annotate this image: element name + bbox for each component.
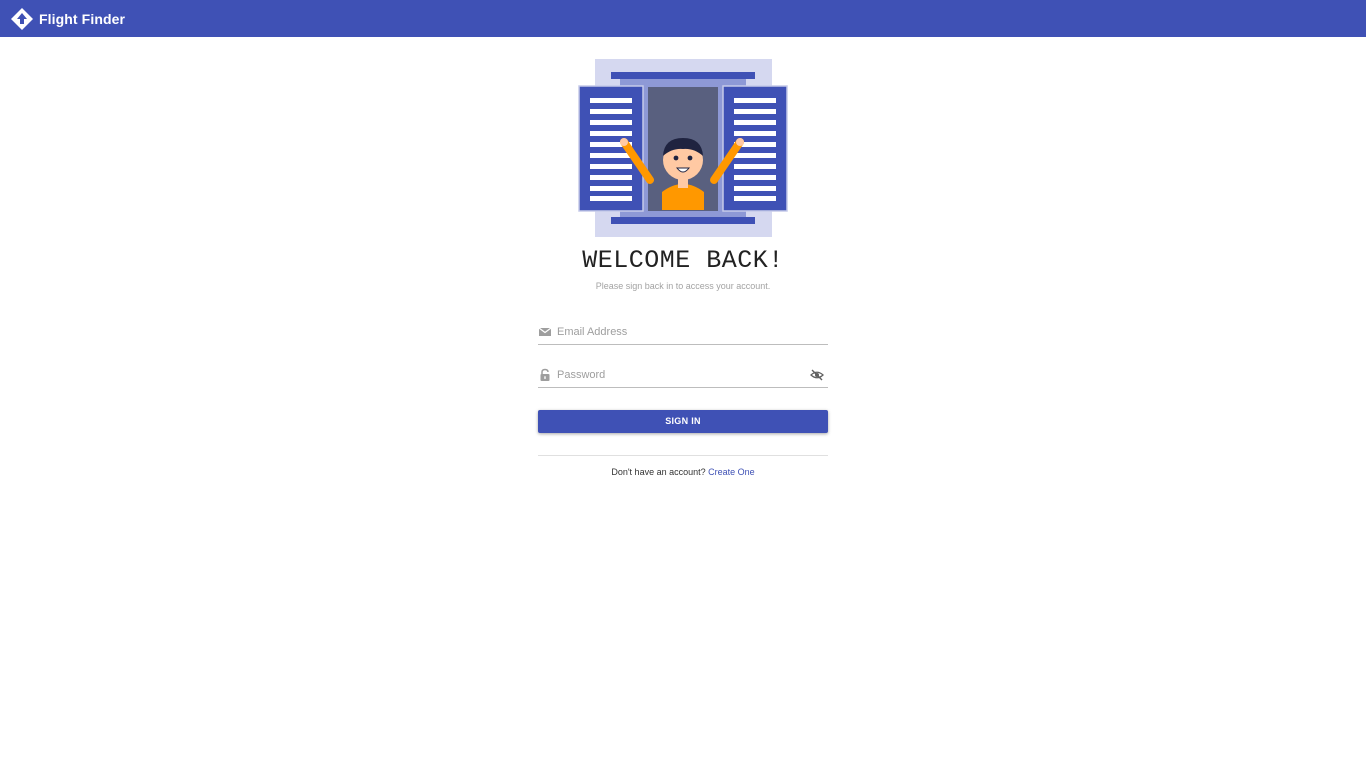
password-input[interactable] [557,365,807,385]
app-title: Flight Finder [39,10,126,27]
create-account-link[interactable]: Create One [708,467,755,477]
page-subheading: Please sign back in to access your accou… [595,281,771,291]
eye-off-icon[interactable] [810,368,824,382]
signup-prompt-text: Don't have an account? [611,467,706,477]
page-heading: WELCOME BACK! [582,246,784,275]
lock-icon [540,368,550,381]
sign-in-button[interactable]: SIGN IN [538,410,828,433]
top-app-bar: Flight Finder [0,0,1366,37]
brand[interactable]: Flight Finder [10,0,125,37]
divider [538,455,828,456]
signup-prompt: Don't have an account? Create One [533,467,833,477]
person-waving-at-window-illustration [578,59,788,237]
password-field [538,365,828,388]
email-input[interactable] [557,322,807,342]
envelope-icon [538,327,552,336]
email-field [538,322,828,345]
diamond-arrows-logo-icon [11,7,33,30]
